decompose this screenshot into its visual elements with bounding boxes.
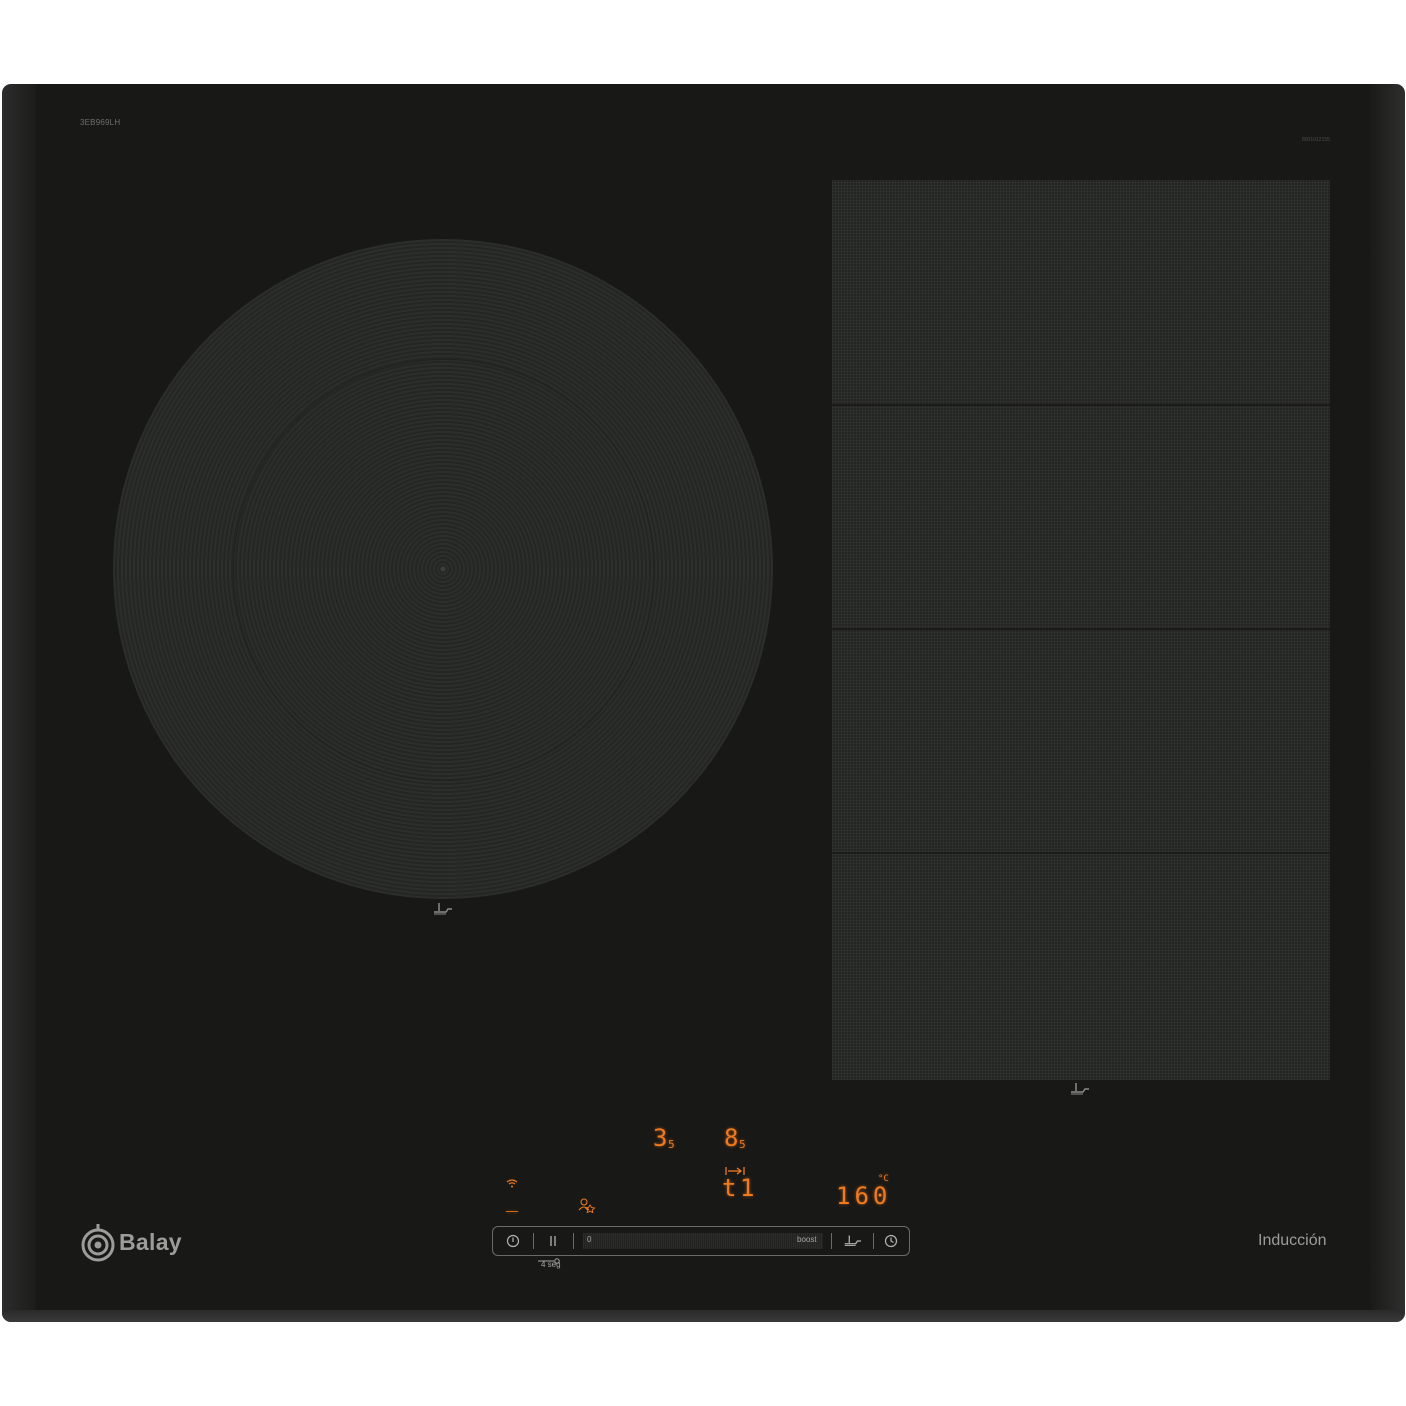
brand-logo: Balay bbox=[81, 1222, 182, 1262]
slider-min-label: 0 bbox=[587, 1235, 592, 1244]
pan-sensor-icon[interactable] bbox=[1068, 1082, 1090, 1096]
slider-boost-label[interactable]: boost bbox=[797, 1235, 817, 1244]
brand-name: Balay bbox=[119, 1228, 182, 1255]
timer-button[interactable] bbox=[875, 1227, 907, 1255]
pan-sensor-icon[interactable] bbox=[431, 902, 453, 916]
frying-sensor-icon bbox=[844, 1235, 862, 1246]
pause-lock-button[interactable] bbox=[537, 1227, 569, 1255]
status-dash: _ bbox=[506, 1188, 519, 1212]
flex-zone-divider bbox=[832, 852, 1330, 854]
power-level-left: 3 bbox=[653, 1124, 668, 1152]
model-number: 3EB969LH bbox=[80, 118, 121, 127]
cooktop: 3EB969LH 8001012155 3 5 8 5 t 1 160 °C _… bbox=[2, 84, 1405, 1322]
frying-sensor-button[interactable] bbox=[835, 1227, 869, 1255]
temperature-unit: °C bbox=[878, 1174, 889, 1184]
flex-induction-zone[interactable] bbox=[832, 180, 1330, 1080]
serial-number: 8001012155 bbox=[1302, 137, 1330, 143]
lock-hold-label: 4 seg bbox=[541, 1260, 561, 1269]
balay-logo-icon bbox=[81, 1224, 115, 1262]
power-level-left-decimal: 5 bbox=[668, 1138, 675, 1151]
power-button[interactable] bbox=[497, 1227, 529, 1255]
power-level-right-decimal: 5 bbox=[739, 1138, 746, 1151]
control-panel: 0 boost bbox=[492, 1226, 910, 1256]
round-induction-zone[interactable] bbox=[113, 239, 773, 899]
clock-icon bbox=[884, 1234, 898, 1248]
panel-separator bbox=[831, 1233, 832, 1249]
panel-separator bbox=[533, 1233, 534, 1249]
timer-symbol: t bbox=[722, 1174, 737, 1202]
temperature-display: 160 bbox=[836, 1182, 892, 1210]
flex-zone-divider bbox=[832, 628, 1330, 630]
pause-icon bbox=[550, 1236, 556, 1246]
wifi-icon bbox=[506, 1179, 518, 1188]
power-icon bbox=[506, 1234, 520, 1248]
hood-connect-icon bbox=[578, 1198, 596, 1213]
power-slider[interactable] bbox=[583, 1233, 823, 1249]
panel-separator bbox=[873, 1233, 874, 1249]
power-level-right: 8 bbox=[724, 1124, 739, 1152]
round-zone-inner-ring bbox=[233, 359, 655, 781]
induction-label: Inducción bbox=[1258, 1232, 1327, 1249]
panel-separator bbox=[573, 1233, 574, 1249]
timer-value: 1 bbox=[740, 1174, 755, 1202]
flex-zone-divider bbox=[832, 404, 1330, 406]
frame-bottom-edge bbox=[2, 1310, 1405, 1322]
glass-surface: 3EB969LH 8001012155 3 5 8 5 t 1 160 °C _… bbox=[36, 84, 1370, 1310]
